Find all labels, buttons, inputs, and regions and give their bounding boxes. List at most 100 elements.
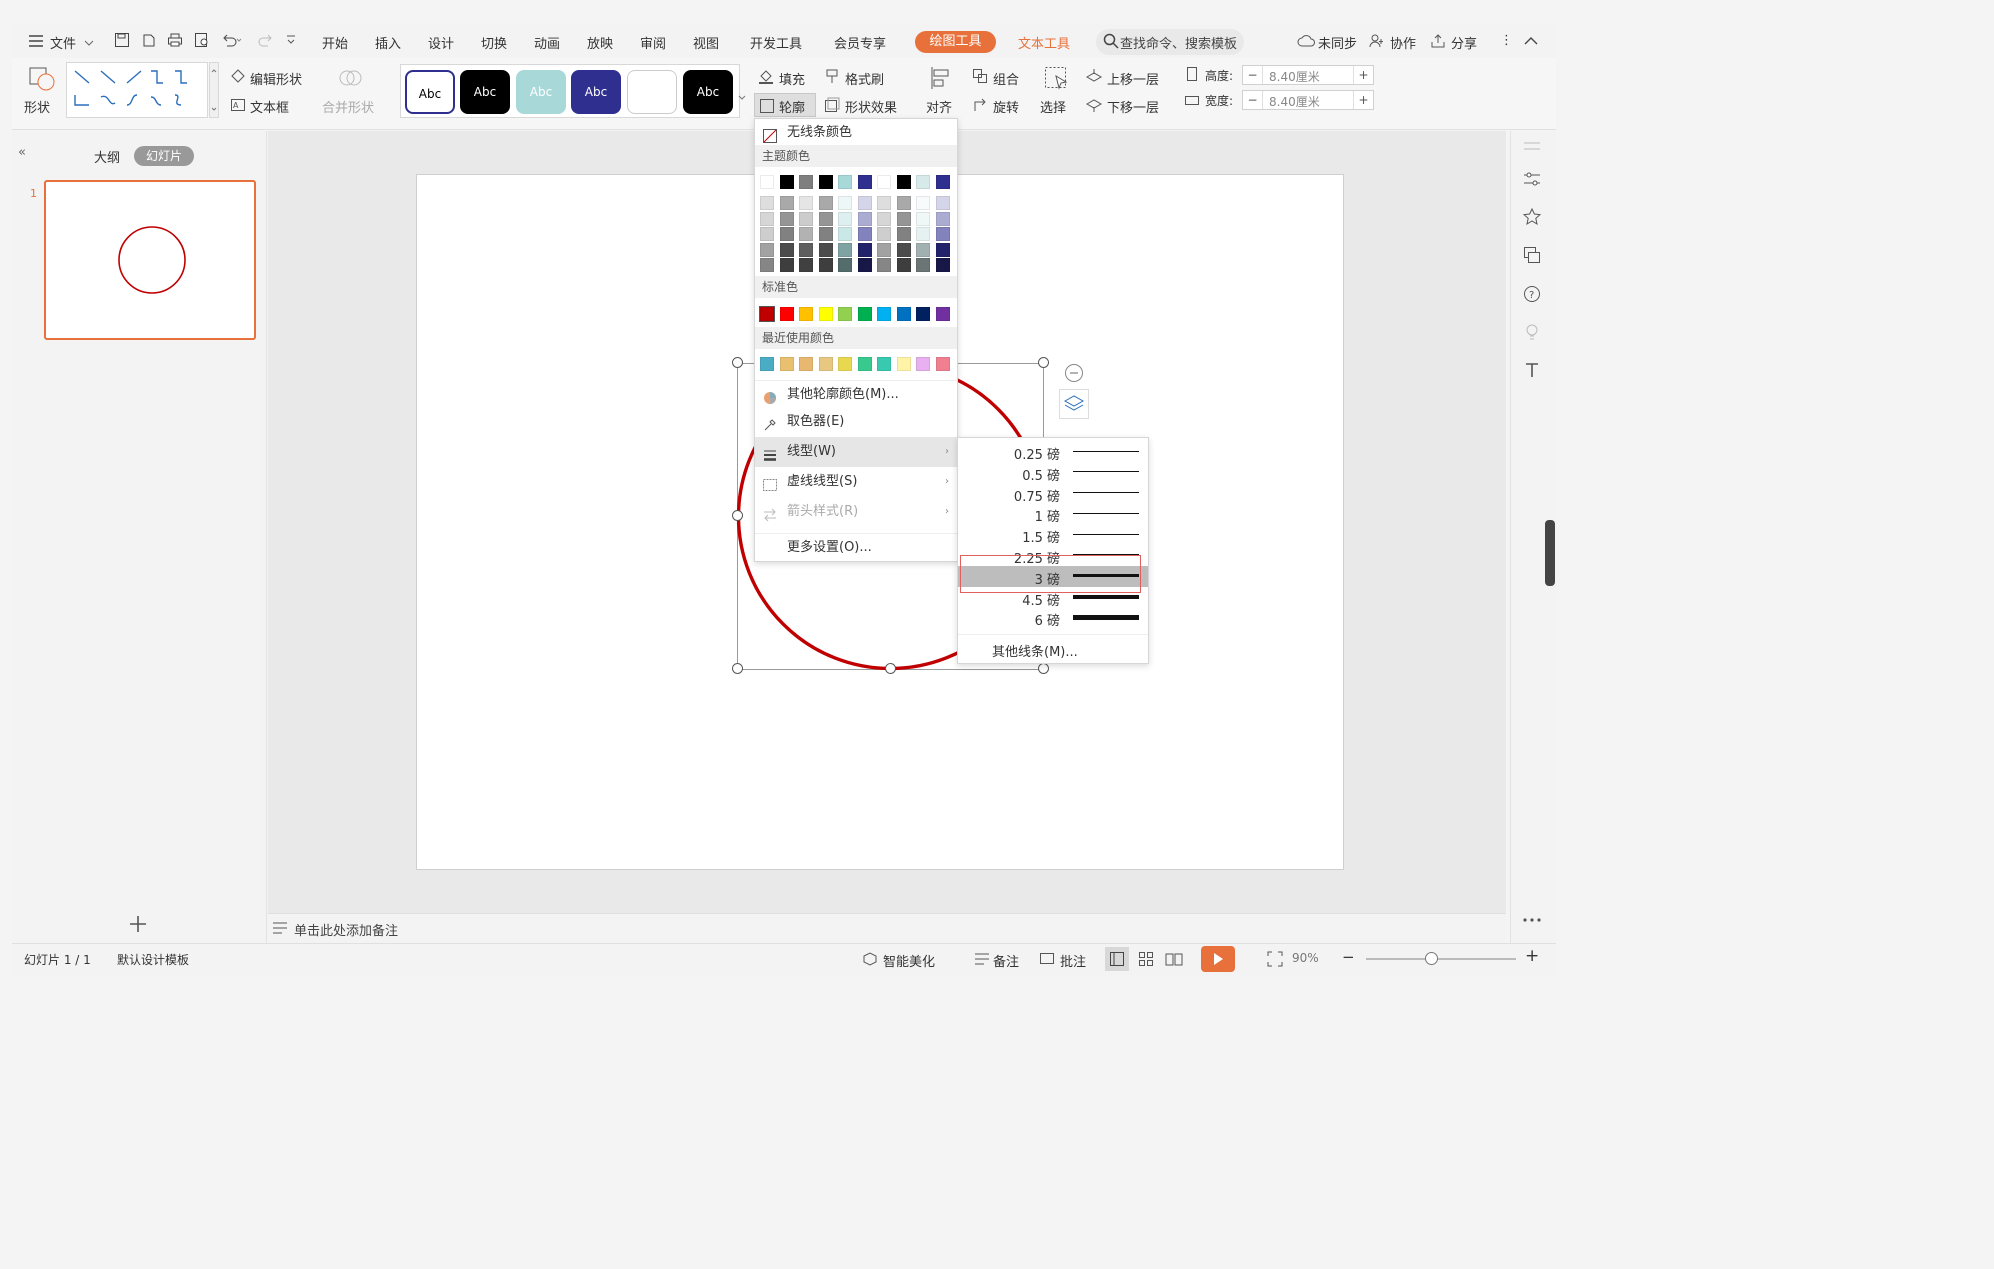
edit-shape-button[interactable]: 编辑形状 (250, 69, 302, 88)
theme-color-swatch[interactable] (857, 175, 872, 189)
line-weight-option[interactable]: 0.75 磅 (958, 483, 1148, 505)
theme-shade-swatch[interactable] (877, 242, 891, 257)
layers-button[interactable] (1059, 389, 1089, 419)
theme-color-swatch[interactable] (896, 175, 911, 189)
group-button[interactable]: 组合 (993, 69, 1019, 88)
smart-beautify-button[interactable]: 智能美化 (883, 951, 935, 970)
height-stepper[interactable]: − 8.40厘米 + (1242, 65, 1374, 85)
standard-color-swatch[interactable] (759, 306, 775, 322)
standard-color-swatch[interactable] (916, 307, 930, 321)
theme-shade-swatch[interactable] (779, 227, 794, 241)
width-stepper[interactable]: − 8.40厘米 + (1242, 90, 1374, 110)
notes-toggle-button[interactable]: 备注 (993, 951, 1019, 970)
standard-color-swatch[interactable] (935, 307, 950, 321)
style-sample-1[interactable]: Abc (405, 70, 455, 114)
no-line-color-item[interactable]: 无线条颜色 (755, 119, 957, 147)
theme-shade-swatch[interactable] (799, 196, 813, 210)
side-scroll-handle[interactable] (1545, 520, 1555, 586)
search-placeholder[interactable]: 查找命令、搜索模板 (1120, 33, 1237, 52)
text-format-icon[interactable] (1523, 361, 1541, 383)
theme-shade-swatch[interactable] (779, 242, 794, 257)
collaborate-button[interactable]: 协作 (1390, 33, 1416, 52)
collapse-panel-icon[interactable]: « (18, 145, 26, 160)
theme-shade-swatch[interactable] (799, 227, 813, 241)
recent-color-swatch[interactable] (818, 357, 833, 371)
resize-handle-left[interactable] (732, 510, 743, 521)
slide-thumbnail[interactable] (44, 180, 256, 340)
theme-color-swatch[interactable] (877, 175, 891, 189)
line-weight-option[interactable]: 1 磅 (958, 503, 1148, 525)
tab-drawing-tools[interactable]: 绘图工具 (915, 31, 996, 53)
style-gallery-expand-icon[interactable] (738, 64, 746, 122)
collapse-ribbon-icon[interactable] (1524, 35, 1538, 50)
height-decrement-button[interactable]: − (1243, 66, 1263, 84)
theme-shade-swatch[interactable] (760, 211, 774, 226)
recent-color-swatch[interactable] (877, 357, 891, 371)
properties-icon[interactable] (1523, 140, 1541, 156)
comments-icon[interactable] (1039, 951, 1055, 971)
eyedropper-item[interactable]: 取色器(E) (755, 408, 957, 436)
theme-color-swatch[interactable] (916, 175, 930, 189)
play-slideshow-button[interactable] (1201, 946, 1235, 972)
style-sample-2[interactable]: Abc (460, 70, 510, 114)
resize-handle-bottom[interactable] (885, 663, 896, 674)
theme-shade-swatch[interactable] (818, 258, 833, 272)
fill-button[interactable]: 填充 (779, 69, 805, 88)
share-button[interactable]: 分享 (1451, 33, 1477, 52)
bring-forward-button[interactable]: 上移一层 (1107, 69, 1159, 88)
tab-animation[interactable]: 动画 (534, 33, 560, 52)
recent-color-swatch[interactable] (779, 357, 794, 371)
tab-developer[interactable]: 开发工具 (750, 33, 802, 52)
theme-shade-swatch[interactable] (760, 227, 774, 241)
recent-color-swatch[interactable] (896, 357, 911, 371)
share-icon[interactable] (1430, 33, 1446, 53)
theme-color-swatch[interactable] (779, 175, 794, 189)
more-options-icon[interactable]: ⋮ (1500, 33, 1513, 48)
undo-icon[interactable] (221, 32, 243, 52)
theme-shade-swatch[interactable] (896, 196, 911, 210)
group-icon[interactable] (972, 68, 988, 88)
theme-shade-swatch[interactable] (896, 258, 911, 272)
style-sample-6[interactable]: Abc (683, 70, 733, 114)
theme-shade-swatch[interactable] (916, 227, 930, 241)
height-value[interactable]: 8.40厘米 (1269, 68, 1320, 85)
theme-shade-swatch[interactable] (877, 227, 891, 241)
transition-icon[interactable] (1523, 246, 1541, 268)
more-settings-item[interactable]: 更多设置(O)... (755, 533, 957, 561)
edit-shape-icon[interactable] (230, 68, 246, 88)
tab-transition[interactable]: 切换 (481, 33, 507, 52)
line-weight-option[interactable]: 0.25 磅 (958, 441, 1148, 463)
standard-color-swatch[interactable] (799, 307, 813, 321)
format-painter-button[interactable]: 格式刷 (845, 69, 884, 88)
textbox-button[interactable]: 文本框 (250, 97, 289, 116)
outline-icon[interactable] (759, 98, 775, 118)
recent-color-swatch[interactable] (857, 357, 872, 371)
bring-forward-icon[interactable] (1085, 68, 1103, 88)
dash-style-item[interactable]: 虚线线型(S) › (755, 467, 957, 497)
reading-view-icon[interactable] (1165, 951, 1183, 971)
recent-color-swatch[interactable] (838, 357, 852, 371)
grid-view-icon[interactable] (1138, 951, 1154, 971)
theme-shade-swatch[interactable] (799, 211, 813, 226)
theme-shade-swatch[interactable] (818, 196, 833, 210)
line-weight-option[interactable]: 6 磅 (958, 607, 1148, 629)
width-increment-button[interactable]: + (1353, 91, 1373, 109)
file-menu[interactable]: 文件 (50, 33, 76, 52)
normal-view-button[interactable] (1105, 947, 1129, 971)
export-icon[interactable] (141, 32, 157, 52)
cloud-sync-icon[interactable] (1297, 34, 1317, 52)
line-style-item[interactable]: 线型(W) › (755, 437, 957, 467)
standard-color-swatch[interactable] (896, 307, 911, 321)
zoom-slider-thumb[interactable] (1425, 952, 1438, 965)
width-decrement-button[interactable]: − (1243, 91, 1263, 109)
standard-color-swatch[interactable] (818, 307, 833, 321)
minus-circle-icon[interactable] (1064, 363, 1084, 387)
zoom-level[interactable]: 90% (1292, 951, 1319, 965)
tab-text-tools[interactable]: 文本工具 (1018, 33, 1070, 52)
theme-shade-swatch[interactable] (760, 242, 774, 257)
theme-shade-swatch[interactable] (896, 227, 911, 241)
recent-color-swatch[interactable] (760, 357, 774, 371)
tab-review[interactable]: 审阅 (640, 33, 666, 52)
collaborate-icon[interactable] (1369, 33, 1385, 53)
shape-style-gallery[interactable]: Abc Abc Abc Abc Abc (400, 64, 740, 118)
